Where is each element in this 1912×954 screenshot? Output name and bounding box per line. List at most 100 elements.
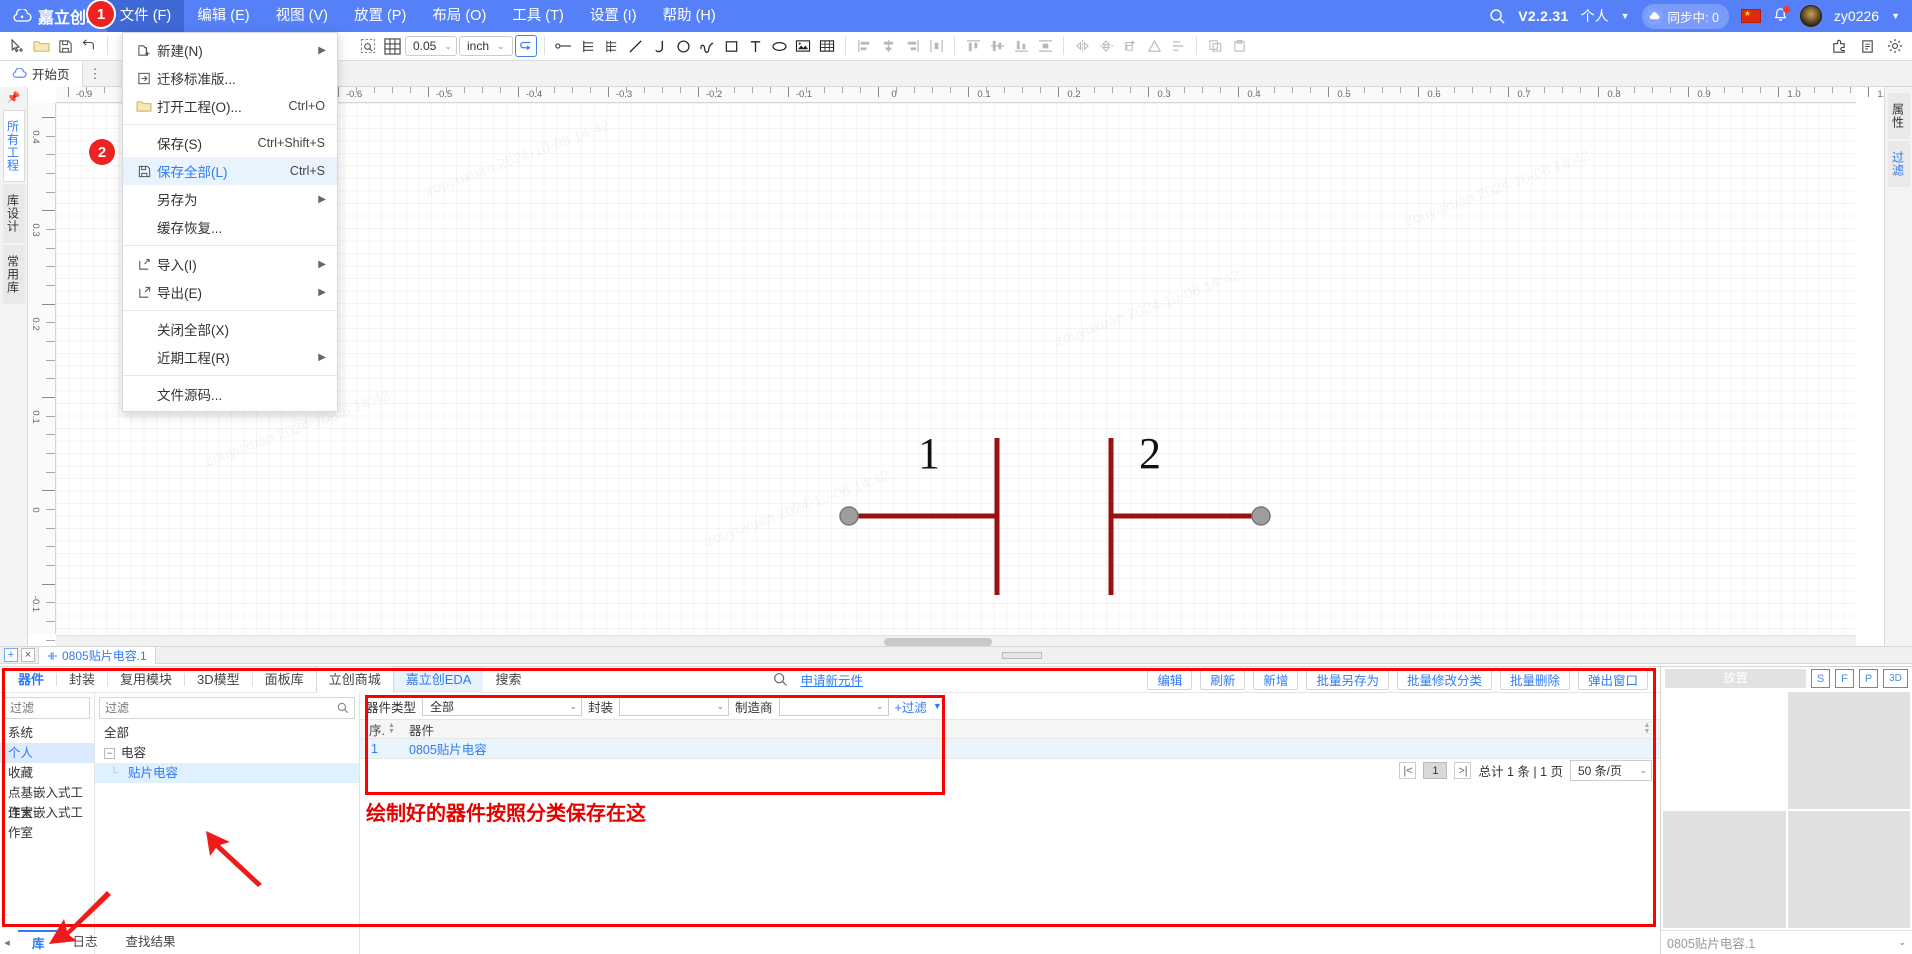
- save-file-icon[interactable]: [54, 35, 76, 57]
- account-chevron-down-icon[interactable]: ▼: [1621, 11, 1630, 21]
- view-button-s[interactable]: S: [1811, 669, 1830, 688]
- menu-item-save[interactable]: 保存(S) Ctrl+Shift+S: [123, 129, 337, 157]
- line-icon[interactable]: [624, 35, 646, 57]
- status-collapse-icon[interactable]: ◂: [0, 936, 14, 949]
- doc-tab-start-page[interactable]: 开始页: [0, 60, 83, 87]
- close-sheet-button[interactable]: ×: [21, 648, 35, 662]
- align-hcenter-icon[interactable]: [877, 35, 899, 57]
- arc-icon[interactable]: [648, 35, 670, 57]
- sort-icon[interactable]: ▲ ▼: [388, 722, 395, 735]
- request-new-component-link[interactable]: 申请新元件: [800, 670, 863, 689]
- category-item-capacitor[interactable]: − 电容: [95, 743, 359, 763]
- page-size-select[interactable]: 50 条/页 ⌄: [1570, 760, 1652, 781]
- edit-button[interactable]: 编辑: [1147, 669, 1193, 690]
- menu-help[interactable]: 帮助 (H): [650, 0, 729, 32]
- menu-item-new[interactable]: 新建(N) ▶: [123, 36, 337, 64]
- manufacturer-select[interactable]: ⌄: [778, 696, 889, 716]
- menu-place[interactable]: 放置 (P): [341, 0, 419, 32]
- preview-cell-2[interactable]: [1787, 692, 1910, 809]
- library-tab-panel-library[interactable]: 面板库: [253, 667, 316, 693]
- table-icon[interactable]: [816, 35, 838, 57]
- account-type-label[interactable]: 个人: [1581, 6, 1609, 26]
- sheet-tab-0805-capacitor[interactable]: 0805贴片电容.1: [38, 646, 156, 664]
- bottom-tab-log[interactable]: 日志: [59, 930, 112, 954]
- menu-item-import[interactable]: 导入(I) ▶: [123, 250, 337, 278]
- preview-cell-4[interactable]: [1787, 811, 1910, 928]
- doc-tab-overflow-icon[interactable]: ⋮: [83, 66, 108, 82]
- distribute-h-icon[interactable]: [925, 35, 947, 57]
- current-page-indicator[interactable]: 1: [1423, 762, 1448, 779]
- pin-icon[interactable]: 📌: [7, 91, 21, 104]
- menu-view[interactable]: 视图 (V): [263, 0, 341, 32]
- menu-item-cache-restore[interactable]: 缓存恢复...: [123, 213, 337, 241]
- align-bottom-icon[interactable]: [1010, 35, 1032, 57]
- library-tab-footprints[interactable]: 封装: [57, 667, 107, 693]
- menu-settings[interactable]: 设置 (I): [577, 0, 650, 32]
- view-button-f[interactable]: F: [1835, 669, 1854, 688]
- popout-window-button[interactable]: 弹出窗口: [1577, 669, 1648, 690]
- avatar[interactable]: [1799, 5, 1822, 27]
- menu-tools[interactable]: 工具 (T): [499, 0, 577, 32]
- flip-icon[interactable]: [1143, 35, 1165, 57]
- batch-delete-button[interactable]: 批量删除: [1499, 669, 1570, 690]
- batch-change-category-button[interactable]: 批量修改分类: [1396, 669, 1492, 690]
- add-button[interactable]: 新增: [1253, 669, 1299, 690]
- category-item-all[interactable]: 全部: [95, 723, 359, 743]
- menu-item-export[interactable]: 导出(E) ▶: [123, 278, 337, 306]
- menu-file[interactable]: 文件 (F): [106, 0, 185, 32]
- user-chevron-down-icon[interactable]: ▼: [1891, 11, 1900, 21]
- menu-item-open-project[interactable]: 打开工程(O)... Ctrl+O: [123, 92, 337, 120]
- align-right-icon[interactable]: [901, 35, 923, 57]
- align-vmiddle-icon[interactable]: [986, 35, 1008, 57]
- owner-item-studio-1[interactable]: 点基嵌入式工作室: [0, 783, 94, 820]
- batch-save-as-button[interactable]: 批量另存为: [1306, 669, 1389, 690]
- add-filter-button[interactable]: +过滤: [895, 697, 927, 716]
- username-label[interactable]: zy0226: [1834, 8, 1879, 24]
- snap-toggle-icon[interactable]: [515, 35, 537, 57]
- unit-select[interactable]: inch ⌄: [459, 36, 513, 56]
- arrange-icon[interactable]: [1167, 35, 1189, 57]
- doc-icon[interactable]: [1856, 35, 1878, 57]
- language-flag-icon[interactable]: [1740, 9, 1761, 23]
- rotate-icon[interactable]: [1119, 35, 1141, 57]
- menu-item-recent-projects[interactable]: 近期工程(R) ▶: [123, 343, 337, 371]
- package-select[interactable]: ⌄: [619, 696, 730, 716]
- owner-item-personal[interactable]: 个人: [0, 743, 94, 763]
- left-tab-common-library[interactable]: 常用库: [2, 245, 25, 304]
- align-left-icon[interactable]: [853, 35, 875, 57]
- chevron-down-icon[interactable]: ⌄: [1898, 937, 1906, 948]
- library-tab-lcsc-mall[interactable]: 立创商城: [315, 666, 394, 693]
- undo-icon[interactable]: [78, 35, 100, 57]
- hscroll-thumb[interactable]: [884, 638, 992, 646]
- menu-item-save-all[interactable]: 保存全部(L) Ctrl+S: [123, 157, 337, 185]
- bus-icon[interactable]: [576, 35, 598, 57]
- image-icon[interactable]: [792, 35, 814, 57]
- align-top-icon[interactable]: [962, 35, 984, 57]
- panel-resize-handle[interactable]: [1002, 651, 1042, 659]
- mirror-h-icon[interactable]: [1071, 35, 1093, 57]
- owner-item-favorites[interactable]: 收藏: [0, 763, 94, 783]
- add-sheet-button[interactable]: +: [4, 648, 18, 662]
- sync-status-pill[interactable]: 同步中: 0: [1641, 3, 1729, 29]
- owner-item-studio-2[interactable]: 连大嵌入式工作室: [0, 803, 94, 840]
- preview-cell-3[interactable]: [1663, 811, 1786, 928]
- wave-icon[interactable]: [696, 35, 718, 57]
- collapse-toggle-icon[interactable]: −: [104, 747, 115, 759]
- column-settings-icon[interactable]: ▲ ▼: [1634, 722, 1660, 735]
- category-filter-input[interactable]: [105, 701, 333, 715]
- menu-item-file-source[interactable]: 文件源码...: [123, 380, 337, 408]
- bus-entry-icon[interactable]: [600, 35, 622, 57]
- owner-item-system[interactable]: 系统: [0, 723, 94, 743]
- refresh-button[interactable]: 刷新: [1200, 669, 1246, 690]
- row-device-name[interactable]: 0805贴片电容: [402, 739, 1660, 758]
- next-page-button[interactable]: >|: [1454, 762, 1472, 779]
- menu-item-close-all[interactable]: 关闭全部(X): [123, 315, 337, 343]
- library-tab-3d-models[interactable]: 3D模型: [185, 667, 252, 693]
- category-item-smd-capacitor[interactable]: └ 贴片电容: [95, 763, 359, 783]
- first-page-button[interactable]: |<: [1399, 762, 1417, 779]
- library-tab-jlceda[interactable]: 嘉立创EDA: [393, 666, 484, 693]
- table-row[interactable]: 1 0805贴片电容: [360, 739, 1660, 758]
- view-button-3d[interactable]: 3D: [1883, 669, 1908, 688]
- category-filter-box[interactable]: [99, 697, 355, 719]
- bottom-tab-find-results[interactable]: 查找结果: [112, 930, 190, 954]
